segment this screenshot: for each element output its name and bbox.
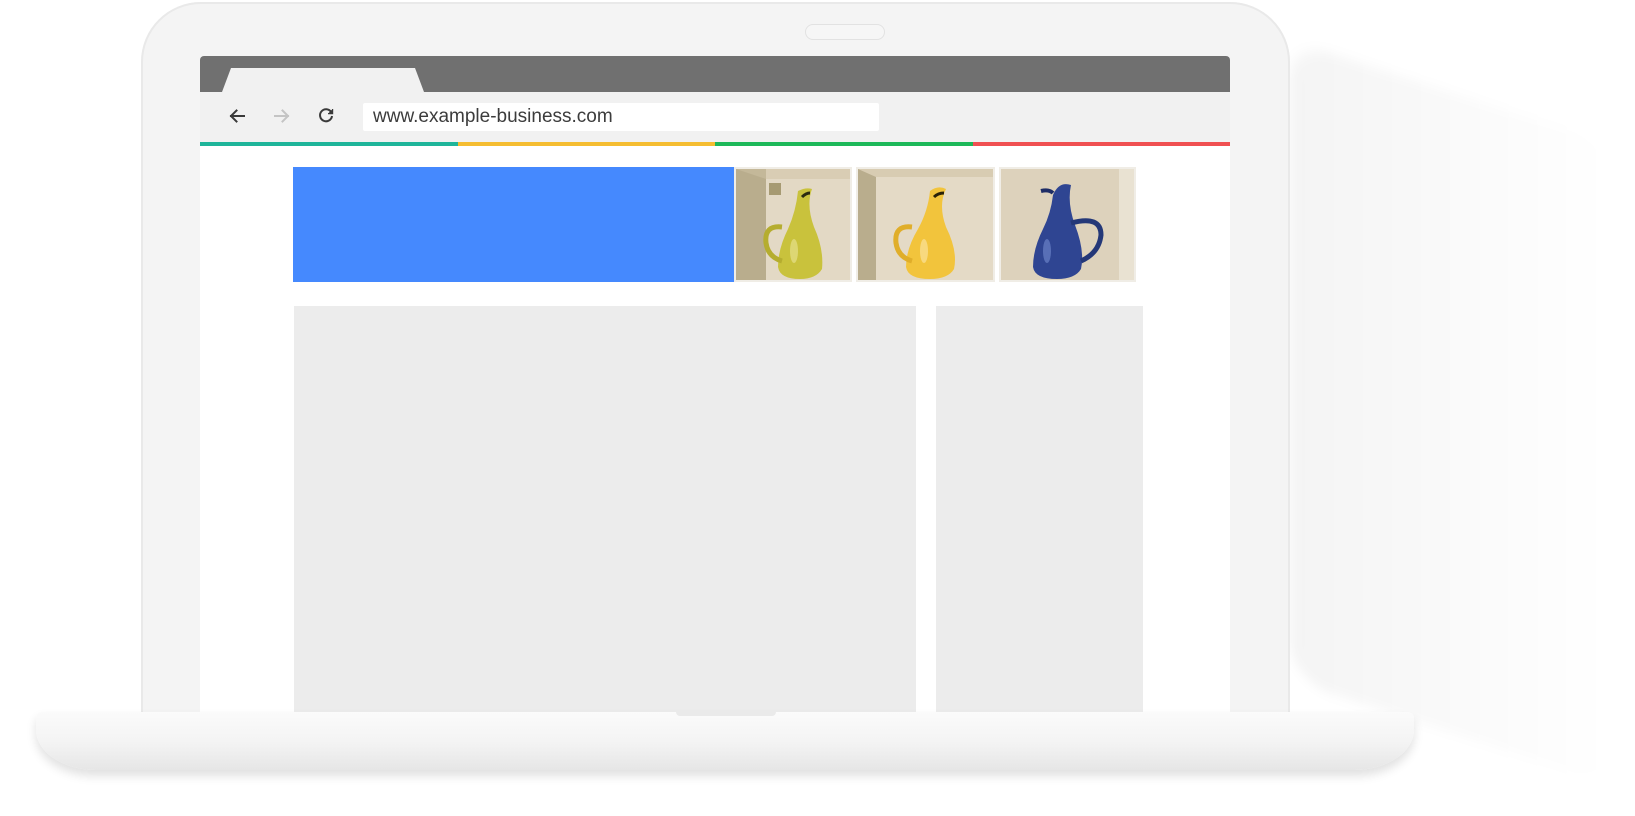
- back-button[interactable]: [225, 104, 249, 128]
- laptop-shadow: [1290, 40, 1610, 784]
- arrow-right-icon: [274, 109, 290, 123]
- reload-icon: [319, 108, 334, 123]
- sidebar-placeholder: [936, 306, 1143, 732]
- forward-button[interactable]: [270, 104, 294, 128]
- reload-button[interactable]: [314, 104, 338, 128]
- browser-window: www.example-business.com: [200, 56, 1230, 732]
- main-content-placeholder: [294, 306, 916, 732]
- color-accent-bar: [200, 142, 1230, 146]
- hero-banner: [293, 167, 1136, 282]
- accent-teal: [200, 142, 458, 146]
- browser-tab[interactable]: [222, 68, 424, 92]
- pitcher-image-2: [855, 167, 996, 282]
- laptop-mockup: www.example-business.com: [0, 0, 1635, 816]
- accent-yellow: [457, 142, 715, 146]
- webcam: [805, 24, 885, 40]
- banner-color-block: [293, 167, 734, 282]
- pitcher-image-3: [999, 167, 1136, 282]
- accent-green: [715, 142, 973, 146]
- address-bar[interactable]: www.example-business.com: [363, 103, 879, 131]
- url-text: www.example-business.com: [373, 106, 613, 127]
- browser-toolbar: www.example-business.com: [200, 92, 1230, 142]
- laptop-base: [36, 712, 1414, 770]
- arrow-left-icon: [229, 109, 245, 123]
- tab-strip: [200, 56, 1230, 92]
- pitcher-image-1: [733, 167, 852, 282]
- accent-red: [972, 142, 1230, 146]
- lid-opening-notch: [676, 712, 776, 716]
